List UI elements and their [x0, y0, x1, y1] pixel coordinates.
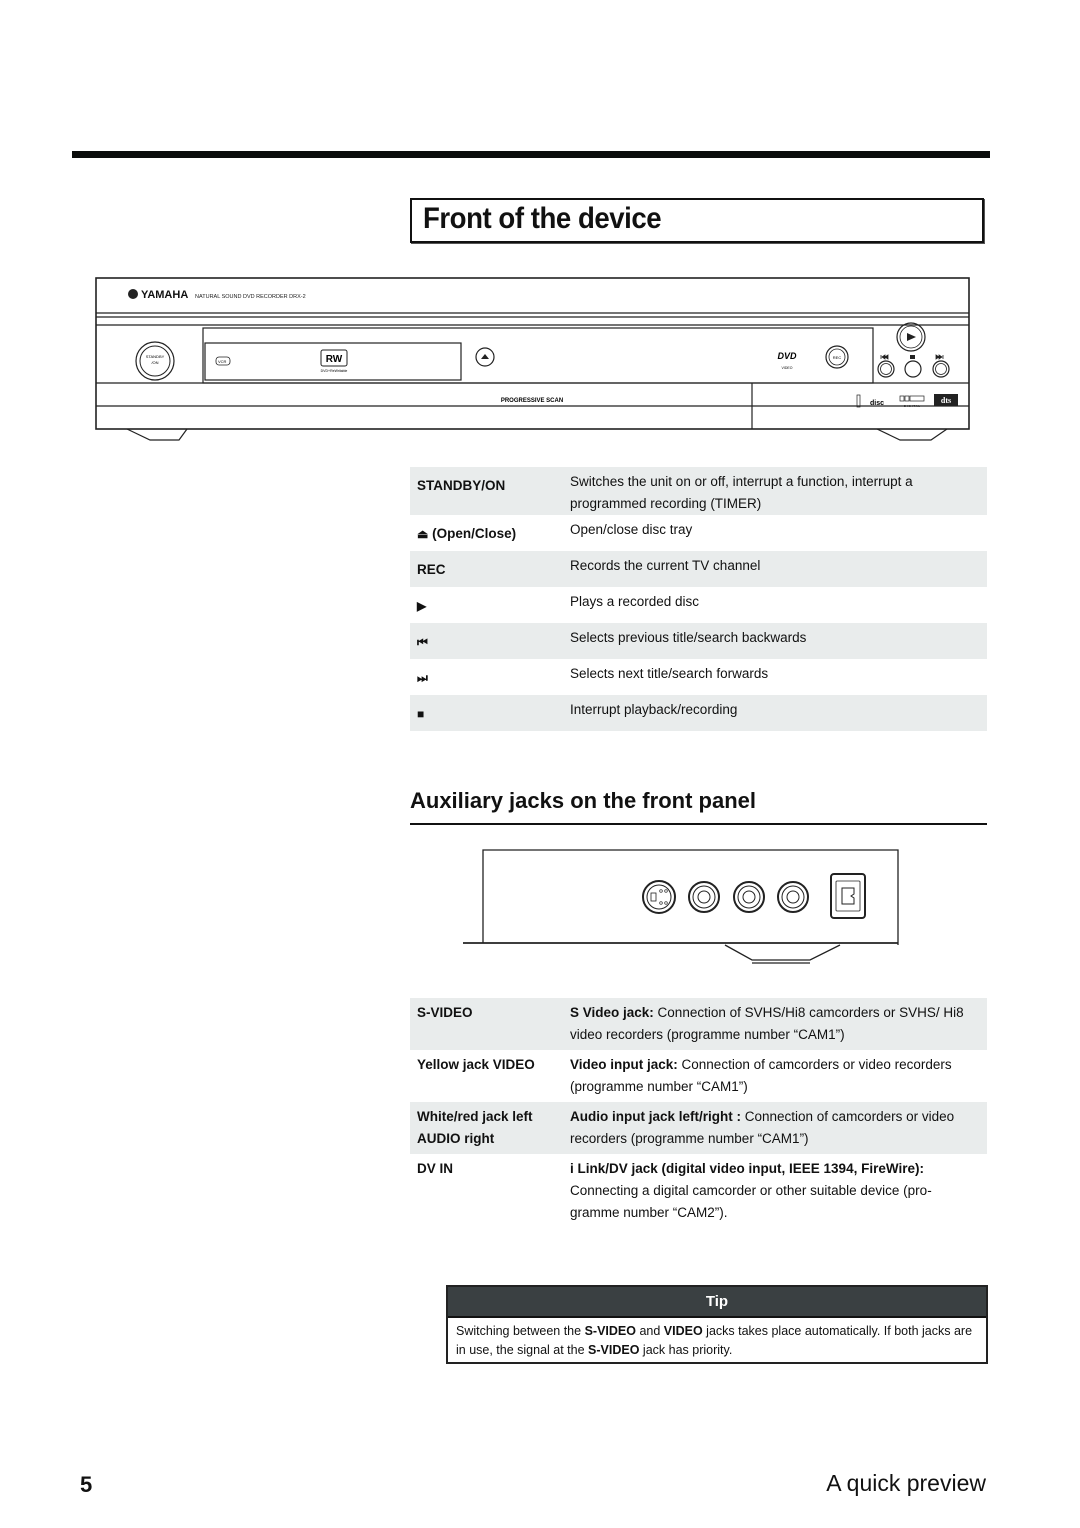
table-row: ■ Interrupt playback/recording	[410, 695, 987, 731]
aux-jacks-table: S-VIDEO S Video jack: Connection of SVHS/…	[410, 998, 987, 1228]
jack-name: Yellow jack VIDEO	[417, 1057, 535, 1072]
table-row: ▶ Plays a recorded disc	[410, 587, 987, 623]
jack-description: Audio input jack left/right : Connection…	[570, 1106, 987, 1150]
jack-description: Video input jack: Connection of camcorde…	[570, 1054, 987, 1098]
tip-heading: Tip	[448, 1287, 986, 1318]
tip-box: Tip Switching between the S-VIDEO and VI…	[446, 1285, 988, 1364]
table-row: STANDBY/ON Switches the unit on or off, i…	[410, 467, 987, 515]
jack-title: S Video jack:	[570, 1005, 654, 1020]
table-row: ⏏ (Open/Close) Open/close disc tray	[410, 515, 987, 551]
tip-text: jack has priority.	[639, 1343, 733, 1357]
tip-keyword: VIDEO	[663, 1324, 703, 1338]
next-button-icon	[932, 354, 950, 378]
aux-jacks-illustration	[463, 849, 899, 964]
control-name: ■	[410, 699, 570, 731]
control-description: Interrupt playback/recording	[570, 702, 738, 717]
audio-right-jack-icon	[777, 881, 809, 913]
jack-title: Video input jack:	[570, 1057, 678, 1072]
table-row: White/red jack left AUDIO right Audio inp…	[410, 1102, 987, 1154]
control-glyph-icon: ▶	[417, 599, 427, 613]
tip-keyword: S-VIDEO	[584, 1324, 636, 1338]
dvd-logo-icon: DVD	[777, 351, 797, 361]
tip-text: and	[635, 1324, 664, 1338]
control-description: Open/close disc tray	[570, 522, 693, 537]
table-row: Yellow jack VIDEO Video input jack: Conne…	[410, 1050, 987, 1102]
control-name: STANDBY/ON	[410, 471, 570, 515]
dolby-digital-logo-icon	[899, 395, 925, 402]
jack-description: i Link/DV jack (digital video input, IEE…	[570, 1158, 987, 1224]
jack-description: S Video jack: Connection of SVHS/Hi8 cam…	[570, 1002, 987, 1046]
video-jack-icon	[688, 881, 720, 913]
jack-name: White/red jack left AUDIO right	[417, 1109, 533, 1146]
control-description: Selects previous title/search backwards	[570, 630, 807, 645]
section-footer: A quick preview	[826, 1470, 986, 1496]
jack-name: S-VIDEO	[417, 1005, 473, 1020]
dolby-digital-label: D I G I T A L	[904, 404, 921, 408]
audio-left-jack-icon	[733, 881, 765, 913]
model-label: NATURAL SOUND DVD RECORDER DRX-2	[195, 294, 306, 300]
tip-body: Switching between the S-VIDEO and VIDEO …	[448, 1318, 986, 1364]
s-video-jack-icon	[642, 880, 676, 914]
jack-detail: Connecting a digital camcorder or other …	[570, 1183, 932, 1220]
dvd-caption: VIDEO	[782, 366, 793, 370]
control-glyph-icon: ⏏	[417, 527, 429, 541]
section-heading-aux-jacks: Auxiliary jacks on the front panel	[410, 788, 756, 813]
control-description: Switches the unit on or off, interrupt a…	[570, 474, 913, 511]
eject-button-icon	[475, 347, 495, 367]
page-title-box: Front of the device	[410, 198, 984, 243]
table-row: S-VIDEO S Video jack: Connection of SVHS/…	[410, 998, 987, 1050]
rw-logo-label: RW	[326, 354, 343, 365]
tip-text: Switching between the	[456, 1324, 585, 1338]
control-name: ⏏ (Open/Close)	[410, 519, 570, 551]
control-label: REC	[417, 562, 446, 577]
table-row: ⏭ Selects next title/search forwards	[410, 659, 987, 695]
previous-button-icon	[877, 354, 895, 378]
control-name: ⏮	[410, 627, 570, 659]
play-button-icon	[896, 322, 926, 352]
rw-caption: DVD+ReWritable	[321, 369, 348, 373]
jack-title: i Link/DV jack (digital video input, IEE…	[570, 1161, 924, 1176]
jack-name: DV IN	[417, 1161, 454, 1176]
progressive-scan-label: PROGRESSIVE SCAN	[501, 398, 563, 404]
control-glyph-icon: ■	[417, 707, 425, 721]
jack-title: Audio input jack left/right :	[570, 1109, 741, 1124]
table-row: ⏮ Selects previous title/search backwards	[410, 623, 987, 659]
dts-label: dts	[941, 396, 951, 405]
yamaha-logo-icon	[128, 289, 138, 299]
control-description: Records the current TV channel	[570, 558, 761, 573]
brand-label: YAMAHA	[141, 289, 188, 301]
tip-keyword: S-VIDEO	[588, 1343, 640, 1357]
control-label: STANDBY/ON	[417, 478, 506, 493]
control-description: Plays a recorded disc	[570, 594, 700, 609]
table-row: REC Records the current TV channel	[410, 551, 987, 587]
control-glyph-icon: ⏮	[417, 635, 428, 649]
control-description: Selects next title/search forwards	[570, 666, 769, 681]
page-number: 5	[80, 1472, 93, 1497]
front-controls-table: STANDBY/ON Switches the unit on or off, i…	[410, 467, 987, 731]
control-name: REC	[410, 555, 570, 587]
table-row: DV IN i Link/DV jack (digital video input…	[410, 1154, 987, 1228]
page-title: Front of the device	[423, 202, 662, 235]
compact-disc-logo-icon: disc	[870, 400, 884, 407]
standby-label: STANDBY	[146, 354, 165, 359]
device-front-illustration: YAMAHA NATURAL SOUND DVD RECORDER DRX-2 …	[95, 277, 970, 441]
info-icon	[856, 394, 861, 408]
control-name: ⏭	[410, 663, 570, 695]
header-rule	[72, 151, 990, 158]
vcr-logo-label: VCR	[218, 359, 227, 364]
control-label: (Open/Close)	[428, 526, 517, 541]
control-glyph-icon: ⏭	[417, 671, 428, 685]
stop-button-icon	[904, 355, 922, 378]
rec-label: REC	[833, 355, 842, 360]
control-name: ▶	[410, 591, 570, 623]
dv-in-jack-icon	[830, 873, 866, 919]
standby-label-on: /ON	[151, 360, 158, 365]
section-rule	[410, 823, 987, 825]
